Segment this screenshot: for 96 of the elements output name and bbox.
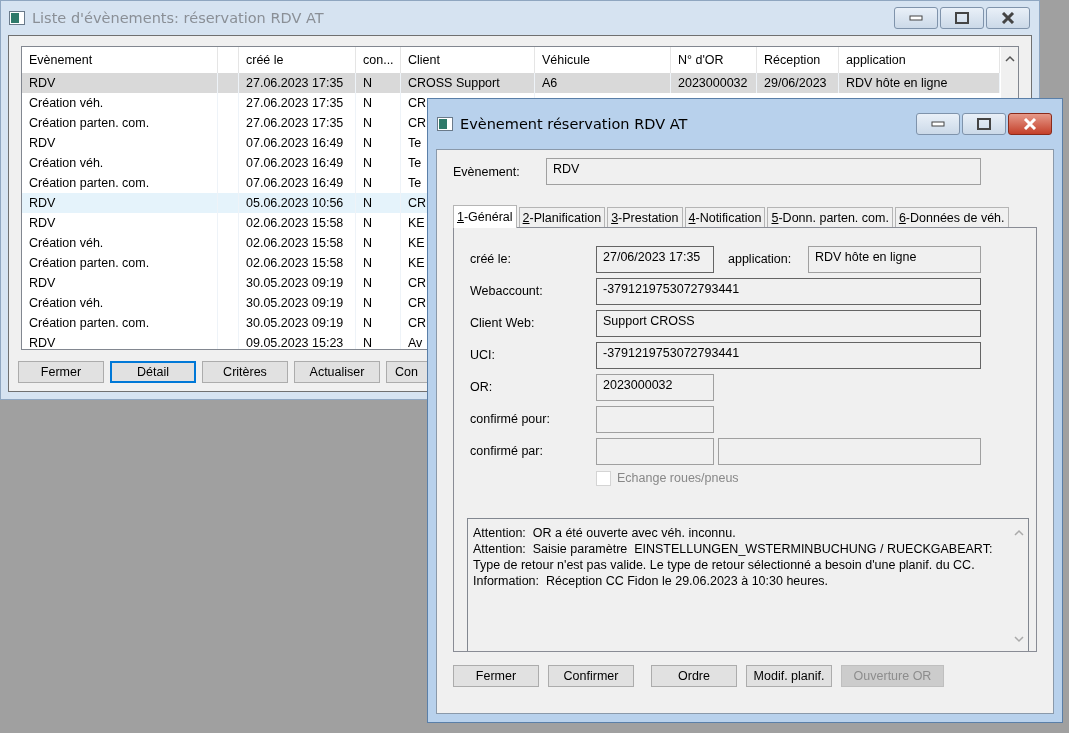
text-field[interactable]: Support CROSS: [596, 309, 981, 337]
text-field[interactable]: -3791219753072793441: [596, 277, 981, 305]
dialog-button[interactable]: Fermer: [453, 665, 539, 687]
message-line: Attention: OR a été ouverte avec véh. inconnu.: [473, 525, 737, 541]
text-field[interactable]: 27/06/2023 17:35: [596, 245, 714, 273]
field-label: UCI:: [470, 348, 496, 362]
minimize-icon: [931, 121, 945, 127]
window-title: Liste d'évènements: réservation RDV AT: [32, 10, 324, 26]
event-field[interactable]: RDV: [546, 158, 981, 185]
scroll-up-icon[interactable]: [1004, 55, 1015, 62]
date-cell: 07.06.2023 16:49: [239, 133, 356, 153]
status-cell: N: [356, 293, 401, 313]
status-cell: N: [356, 93, 401, 113]
status-cell: N: [356, 313, 401, 333]
status-cell: N: [356, 73, 401, 93]
event-cell: RDV: [22, 193, 218, 213]
event-cell: Création véh.: [22, 293, 218, 313]
maximize-icon: [955, 12, 969, 24]
tab[interactable]: 6-Données de véh.: [894, 207, 1009, 227]
event-cell: RDV: [22, 133, 218, 153]
status-cell: N: [356, 113, 401, 133]
event-cell: RDV: [22, 273, 218, 293]
text-field[interactable]: 2023000032: [596, 373, 714, 401]
status-cell: N: [356, 233, 401, 253]
event-cell: Création parten. com.: [22, 313, 218, 333]
checkbox-label: Echange roues/pneus: [617, 471, 739, 485]
vehicle-cell: A6: [535, 73, 671, 93]
status-cell: N: [356, 333, 401, 349]
event-cell: Création véh.: [22, 233, 218, 253]
event-cell: Création parten. com.: [22, 253, 218, 273]
event-cell: Création véh.: [22, 153, 218, 173]
date-cell: 30.05.2023 09:19: [239, 293, 356, 313]
date-cell: 02.06.2023 15:58: [239, 213, 356, 233]
message-line: Type de retour n'est pas valide. Le type de retour sélectionné a besoin d'une planif. du CC.: [473, 557, 976, 573]
status-cell: N: [356, 193, 401, 213]
status-cell: N: [356, 133, 401, 153]
dialog-button[interactable]: Détail: [110, 361, 196, 383]
event-cell: RDV: [22, 213, 218, 233]
dialog-button[interactable]: Fermer: [18, 361, 104, 383]
date-cell: 07.06.2023 16:49: [239, 153, 356, 173]
field-label: créé le:: [470, 252, 512, 266]
event-cell: RDV: [22, 333, 218, 349]
field-label: application:: [728, 252, 793, 266]
field-label: confirmé pour:: [470, 412, 551, 426]
date-cell: 05.06.2023 10:56: [239, 193, 356, 213]
status-cell: N: [356, 153, 401, 173]
order-number-cell: 2023000032: [671, 73, 757, 93]
maximize-button[interactable]: [962, 113, 1006, 135]
dialog-button[interactable]: Ordre: [651, 665, 737, 687]
status-cell: N: [356, 253, 401, 273]
event-cell: RDV: [22, 73, 218, 93]
tab[interactable]: 1-Général: [453, 205, 517, 228]
field-label: confirmé par:: [470, 444, 544, 458]
tab[interactable]: 3-Prestation: [607, 207, 683, 227]
maximize-button[interactable]: [940, 7, 984, 29]
date-cell: 27.06.2023 17:35: [239, 73, 356, 93]
tab[interactable]: 5-Donn. parten. com.: [767, 207, 893, 227]
dialog-button[interactable]: Modif. planif.: [746, 665, 832, 687]
tab[interactable]: 4-Notification: [684, 207, 766, 227]
close-button[interactable]: [986, 7, 1030, 29]
date-cell: 27.06.2023 17:35: [239, 93, 356, 113]
dialog-button[interactable]: Confirmer: [548, 665, 634, 687]
application-cell: RDV hôte en ligne: [839, 73, 1000, 93]
table-row[interactable]: RDV 27.06.2023 17:35 N CROSS Support A6 2023000032 29/06/2023 RDV hôte en ligne: [22, 73, 1000, 93]
close-icon: [1023, 118, 1037, 130]
window-icon: [437, 117, 453, 131]
status-cell: N: [356, 273, 401, 293]
text-field[interactable]: [596, 437, 714, 465]
scroll-down-icon[interactable]: [1014, 636, 1024, 643]
event-cell: Création parten. com.: [22, 113, 218, 133]
minimize-icon: [909, 15, 923, 21]
status-cell: N: [356, 213, 401, 233]
text-field[interactable]: [718, 437, 981, 465]
close-icon: [1001, 12, 1015, 24]
message-line: Attention: Saisie paramètre EINSTELLUNGEN_WSTERMINBUCHUNG / RUECKGABEART:: [473, 541, 994, 557]
dialog-button[interactable]: Actualiser: [294, 361, 380, 383]
client-cell: CROSS Support: [401, 73, 535, 93]
date-cell: 27.06.2023 17:35: [239, 113, 356, 133]
date-cell: 09.05.2023 15:23: [239, 333, 356, 349]
text-field[interactable]: -3791219753072793441: [596, 341, 981, 369]
dialog-button[interactable]: Critères: [202, 361, 288, 383]
maximize-icon: [977, 118, 991, 130]
date-cell: 02.06.2023 15:58: [239, 253, 356, 273]
date-cell: 30.05.2023 09:19: [239, 313, 356, 333]
field-label: OR:: [470, 380, 494, 394]
reception-cell: 29/06/2023: [757, 73, 839, 93]
message-line: Information: Réception CC Fidon le 29.06.2023 à 10:30 heures.: [473, 573, 830, 589]
close-button[interactable]: [1008, 113, 1052, 135]
tab[interactable]: 2-Planification: [518, 207, 606, 227]
event-cell: Création véh.: [22, 93, 218, 113]
field-label: Client Web:: [470, 316, 536, 330]
window-icon: [9, 11, 25, 25]
text-field[interactable]: RDV hôte en ligne: [808, 245, 981, 273]
date-cell: 02.06.2023 15:58: [239, 233, 356, 253]
date-cell: 30.05.2023 09:19: [239, 273, 356, 293]
text-field[interactable]: [596, 405, 714, 433]
